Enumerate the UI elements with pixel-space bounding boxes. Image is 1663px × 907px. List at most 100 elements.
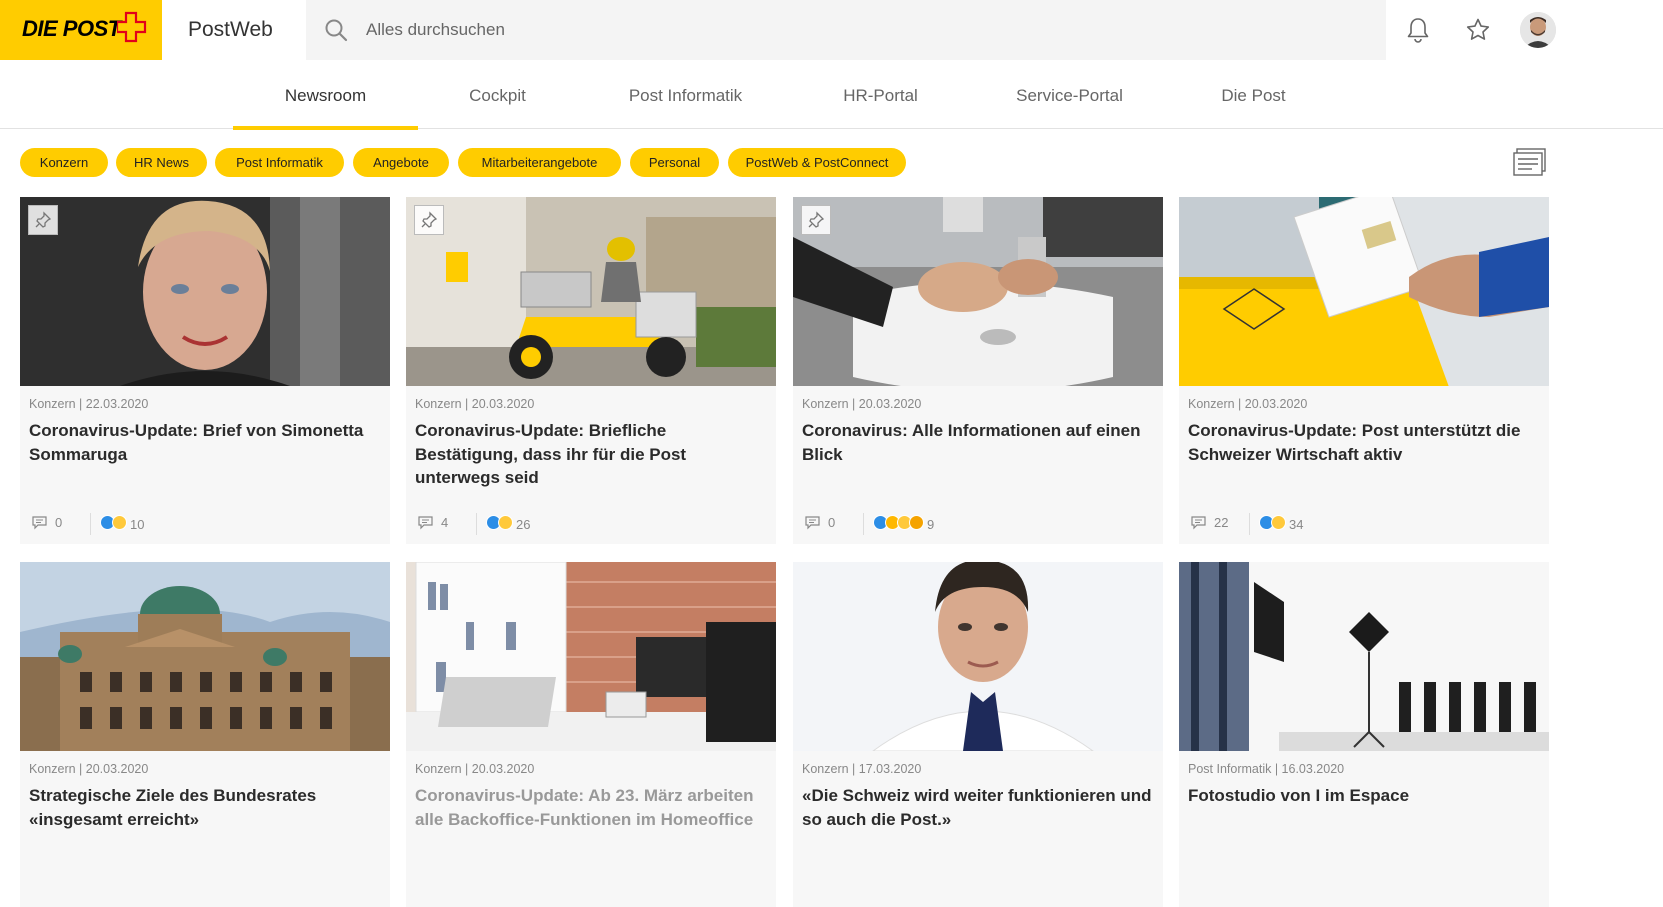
pin-button[interactable] [28,205,58,235]
comments-count[interactable]: 0 [32,515,62,530]
favorites-button[interactable] [1462,14,1494,46]
list-view-toggle-icon[interactable] [1512,147,1548,179]
article-meta: Konzern | 22.03.2020 [29,397,149,411]
tab-label: Service-Portal [1016,86,1123,105]
tab-cockpit[interactable]: Cockpit [405,61,590,129]
tab-service-portal[interactable]: Service-Portal [977,61,1162,129]
star-icon [1466,18,1490,40]
tab-label: Cockpit [469,86,526,105]
reactions-value: 34 [1289,516,1304,532]
article-image [20,197,390,386]
comments-value: 0 [55,515,63,530]
article-stats: 22 34 [1191,513,1531,535]
comments-value: 4 [441,515,449,530]
pin-icon [421,211,438,228]
news-card[interactable]: Konzern | 20.03.2020 Strategische Ziele … [20,562,390,907]
main-navigation: Newsroom Cockpit Post Informatik HR-Port… [0,61,1663,130]
news-card[interactable]: Konzern | 20.03.2020 Coronavirus-Update:… [1179,197,1549,544]
app-name-label: PostWeb [188,18,273,41]
article-meta: Konzern | 20.03.2020 [802,397,922,411]
article-image [1179,197,1549,386]
pin-icon [35,211,52,228]
comments-value: 22 [1214,515,1229,530]
pin-button[interactable] [801,205,831,235]
article-stats: 0 10 [32,513,372,535]
article-title[interactable]: Fotostudio von I im Espace [1188,784,1540,808]
article-meta: Konzern | 20.03.2020 [415,762,535,776]
wow-reaction-icon [1271,515,1286,530]
top-bar: DIE POST PostWeb [0,0,1663,60]
search-input[interactable] [366,14,1266,46]
article-title[interactable]: «Die Schweiz wird weiter funktionieren u… [802,784,1154,831]
notifications-button[interactable] [1402,14,1434,46]
news-card[interactable]: Konzern | 20.03.2020 Coronavirus-Update:… [406,562,776,907]
comment-icon [32,515,47,529]
comments-count[interactable]: 22 [1191,515,1228,530]
filter-hr-news[interactable]: HR News [116,148,207,177]
article-meta: Konzern | 20.03.2020 [1188,397,1308,411]
comments-count[interactable]: 4 [418,515,448,530]
news-card[interactable]: Konzern | 17.03.2020 «Die Schweiz wird w… [793,562,1163,907]
article-title[interactable]: Coronavirus-Update: Brief von Simonetta … [29,419,381,466]
wow-reaction-icon [112,515,127,530]
reactions-value: 26 [516,516,531,532]
pin-button[interactable] [414,205,444,235]
article-meta: Konzern | 17.03.2020 [802,762,922,776]
article-title[interactable]: Coronavirus-Update: Post unterstützt die… [1188,419,1540,466]
reactions-count[interactable]: 34 [1259,515,1303,533]
article-image [406,197,776,386]
news-card[interactable]: Konzern | 20.03.2020 Coronavirus-Update:… [406,197,776,544]
search-icon[interactable] [324,18,348,42]
reactions-count[interactable]: 9 [873,515,934,533]
article-image [406,562,776,751]
filter-mitarbeiterangebote[interactable]: Mitarbeiterangebote [458,148,621,177]
article-title[interactable]: Coronavirus-Update: Ab 23. März arbeiten… [415,784,767,831]
article-image [20,562,390,751]
die-post-logo[interactable]: DIE POST [0,0,162,60]
filter-personal[interactable]: Personal [630,148,719,177]
comment-icon [418,515,433,529]
comment-icon [1191,515,1206,529]
news-card[interactable]: Post Informatik | 16.03.2020 Fotostudio … [1179,562,1549,907]
wow-reaction-icon [498,515,513,530]
article-title[interactable]: Strategische Ziele des Bundesrates «insg… [29,784,381,831]
tab-hr-portal[interactable]: HR-Portal [788,61,973,129]
article-meta: Post Informatik | 16.03.2020 [1188,762,1345,776]
article-image [793,562,1163,751]
tab-label: Die Post [1221,86,1286,105]
article-image [1179,562,1549,751]
comment-icon [805,515,820,529]
article-meta: Konzern | 20.03.2020 [415,397,535,411]
news-card[interactable]: Konzern | 22.03.2020 Coronavirus-Update:… [20,197,390,544]
reactions-count[interactable]: 26 [486,515,530,533]
article-title[interactable]: Coronavirus: Alle Informationen auf eine… [802,419,1154,466]
avatar-image [1520,12,1556,48]
filter-postweb-postconnect[interactable]: PostWeb & PostConnect [728,148,906,177]
article-image [793,197,1163,386]
filter-post-informatik[interactable]: Post Informatik [215,148,344,177]
user-avatar[interactable] [1520,12,1556,48]
filter-angebote[interactable]: Angebote [353,148,449,177]
stats-divider [90,513,91,535]
news-card[interactable]: Konzern | 20.03.2020 Coronavirus: Alle I… [793,197,1163,544]
reactions-value: 9 [927,516,935,532]
app-name[interactable]: PostWeb [162,0,306,60]
article-stats: 0 9 [805,513,1145,535]
tab-post-informatik[interactable]: Post Informatik [593,61,778,129]
article-meta: Konzern | 20.03.2020 [29,762,149,776]
article-title[interactable]: Coronavirus-Update: Briefliche Bestätigu… [415,419,767,490]
tab-label: HR-Portal [843,86,918,105]
tab-die-post[interactable]: Die Post [1161,61,1346,129]
stats-divider [476,513,477,535]
search-bar[interactable] [306,0,1386,60]
header-actions [1386,0,1663,60]
tab-newsroom[interactable]: Newsroom [233,61,418,130]
tab-label: Post Informatik [628,86,743,105]
comments-value: 0 [828,515,836,530]
pin-icon [808,211,825,228]
bell-icon [1407,18,1429,43]
swiss-cross-icon [117,11,147,43]
reactions-count[interactable]: 10 [100,515,144,533]
comments-count[interactable]: 0 [805,515,835,530]
filter-konzern[interactable]: Konzern [20,148,108,177]
